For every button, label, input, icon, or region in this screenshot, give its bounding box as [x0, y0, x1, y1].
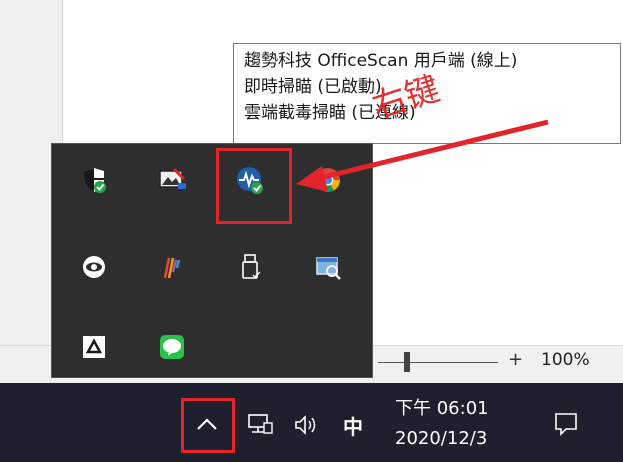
network-icon[interactable] [244, 412, 276, 438]
notification-center-button[interactable] [548, 406, 584, 442]
clock-date[interactable]: 2020/12/3 [395, 428, 487, 449]
input-method-indicator[interactable]: 中 [343, 411, 363, 440]
show-hidden-icons-highlight-box [181, 398, 235, 453]
notification-icon [555, 413, 577, 436]
volume-icon[interactable] [290, 412, 324, 438]
clock-time[interactable]: 下午 06:01 [395, 394, 489, 420]
